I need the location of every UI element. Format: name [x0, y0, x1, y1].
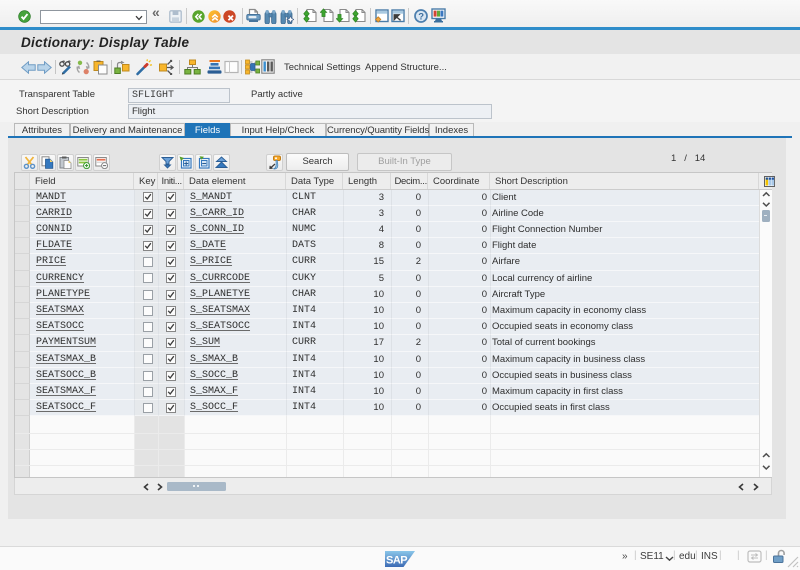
svg-text:SAP: SAP [386, 555, 407, 567]
svg-text:?: ? [418, 12, 424, 23]
